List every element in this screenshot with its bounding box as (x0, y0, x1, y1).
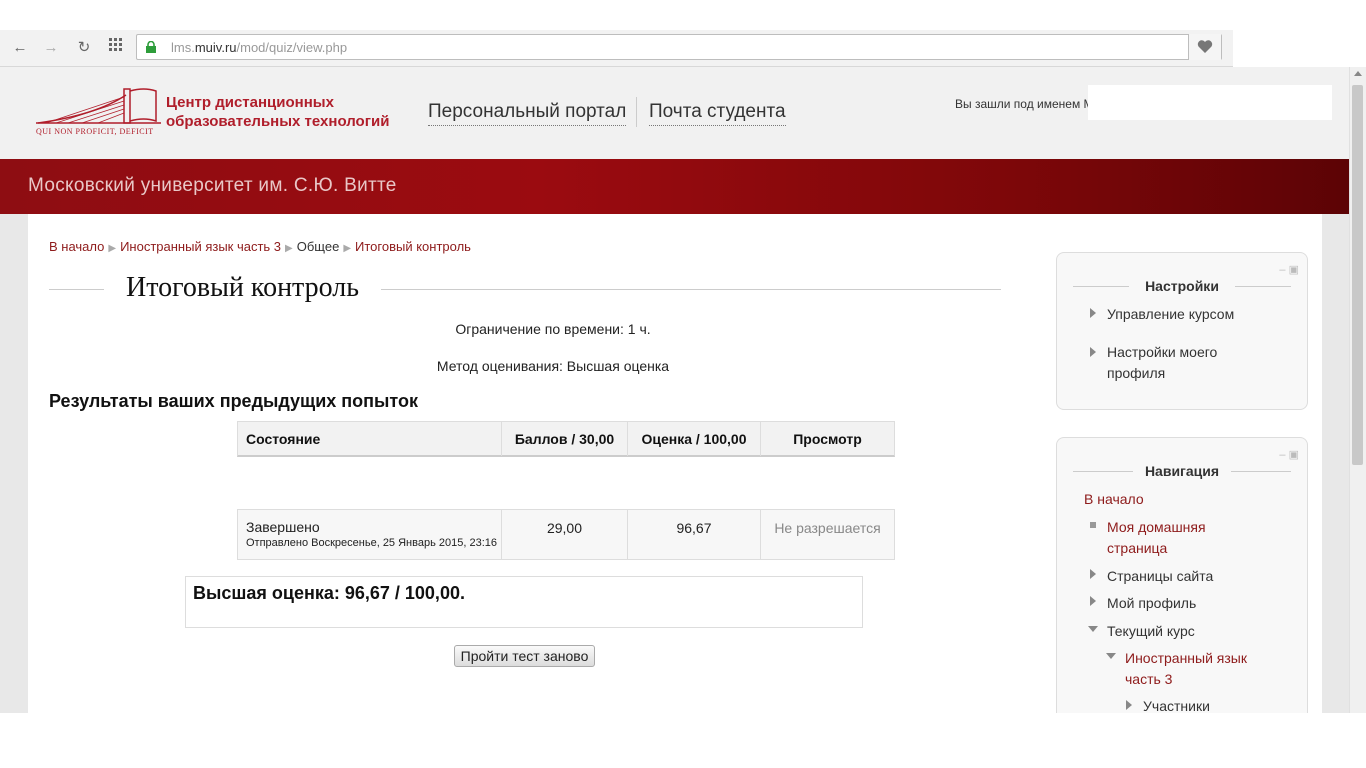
forward-icon[interactable]: → (41, 38, 61, 58)
collapse-arrow-icon[interactable] (1088, 626, 1098, 632)
navigation-block: – ▣ Навигация В начало Моя домашняя стран… (1056, 437, 1308, 713)
breadcrumb-arrow-icon: ▶ (285, 243, 293, 254)
scroll-thumb[interactable] (1352, 85, 1363, 465)
back-icon[interactable]: ← (10, 38, 30, 58)
bookmark-heart-icon[interactable] (1188, 34, 1221, 60)
col-state: Состояние (238, 422, 502, 456)
collapse-arrow-icon[interactable] (1106, 653, 1116, 659)
nav-course-line1: Иностранный язык (1125, 650, 1247, 666)
lock-icon (146, 41, 156, 53)
nav-student-mail[interactable]: Почта студента (649, 101, 786, 126)
best-grade: Высшая оценка: 96,67 / 100,00. (193, 583, 465, 603)
breadcrumb-section: Общее (296, 239, 340, 254)
breadcrumb: В начало ▶ Иностранный язык часть 3 ▶ Общее ▶… (49, 239, 471, 254)
page-viewport: QUI NON PROFICIT, DEFICIT Центр дистанци… (0, 67, 1366, 713)
expand-arrow-icon[interactable] (1126, 700, 1132, 710)
breadcrumb-home[interactable]: В начало (49, 239, 104, 254)
block-controls[interactable]: – ▣ (1279, 448, 1299, 461)
url-text: lms.muiv.ru/mod/quiz/view.php (171, 40, 348, 55)
site-logo[interactable]: QUI NON PROFICIT, DEFICIT Центр дистанци… (36, 85, 406, 145)
nav-my-profile[interactable]: Мой профиль (1107, 593, 1196, 614)
attempt-state: Завершено (246, 519, 320, 535)
time-limit: Ограничение по времени: 1 ч. (455, 321, 651, 337)
logo-text: Центр дистанционных образовательных техн… (166, 93, 389, 131)
nav-course[interactable]: Иностранный язык часть 3 (1125, 648, 1247, 690)
bridge-logo-icon (36, 88, 161, 124)
best-grade-box: Высшая оценка: 96,67 / 100,00. (185, 576, 863, 628)
attempt-submitted: Отправлено Воскресенье, 25 Январь 2015, … (246, 537, 497, 549)
col-marks: Баллов / 30,00 (502, 422, 628, 456)
profile-settings-item[interactable]: Настройки моего профиля (1107, 342, 1217, 384)
expand-arrow-icon[interactable] (1090, 347, 1096, 357)
profile-settings-line1: Настройки моего (1107, 344, 1218, 360)
logo-motto: QUI NON PROFICIT, DEFICIT (36, 127, 154, 136)
top-navigation: Персональный портал Почта студента (428, 97, 786, 127)
expand-arrow-icon[interactable] (1090, 596, 1096, 606)
profile-settings-line2: профиля (1107, 365, 1166, 381)
bullet-icon (1090, 522, 1096, 528)
nav-personal-portal[interactable]: Персональный портал (428, 101, 627, 126)
user-name-redacted (1088, 85, 1332, 120)
main-content: В начало ▶ Иностранный язык часть 3 ▶ Общее ▶… (28, 214, 1322, 713)
attempt-review: Не разрешается (774, 520, 881, 536)
nav-home-link[interactable]: В начало (1084, 491, 1144, 507)
expand-arrow-icon[interactable] (1090, 569, 1096, 579)
browser-toolbar: ← → ↻ lms.muiv.ru/mod/quiz/view.php (0, 30, 1233, 67)
address-bar[interactable]: lms.muiv.ru/mod/quiz/view.php (136, 34, 1222, 60)
attempts-table-header: Состояние Баллов / 30,00 Оценка / 100,00… (237, 421, 895, 457)
login-info: Вы зашли под именем М (955, 97, 1094, 111)
nav-my-home[interactable]: Моя домашняя страница (1107, 517, 1206, 559)
page-title: Итоговый контроль (104, 272, 382, 304)
breadcrumb-course[interactable]: Иностранный язык часть 3 (120, 239, 281, 254)
scroll-up-icon[interactable] (1354, 71, 1362, 76)
attempt-grade: 96,67 (628, 510, 761, 559)
attempt-marks: 29,00 (502, 510, 628, 559)
breadcrumb-current[interactable]: Итоговый контроль (355, 239, 471, 254)
navigation-title: Навигация (1144, 463, 1220, 479)
nav-home[interactable]: В начало (1084, 489, 1144, 510)
block-controls[interactable]: – ▣ (1279, 263, 1299, 276)
breadcrumb-arrow-icon: ▶ (343, 243, 352, 254)
results-heading: Результаты ваших предыдущих попыток (49, 391, 418, 411)
grading-method: Метод оценивания: Высшая оценка (436, 358, 670, 374)
nav-my-home-line1: Моя домашняя (1107, 519, 1206, 535)
nav-course-link[interactable]: Иностранный язык часть 3 (1125, 650, 1247, 687)
settings-block: – ▣ Настройки Управление курсом Настройк… (1056, 252, 1308, 410)
col-grade: Оценка / 100,00 (628, 422, 761, 456)
page-scrollbar[interactable] (1349, 67, 1366, 713)
settings-title: Настройки (1145, 278, 1219, 294)
attempt-state-cell: Завершено Отправлено Воскресенье, 25 Янв… (238, 510, 502, 559)
apps-icon[interactable] (106, 38, 126, 58)
nav-current-course[interactable]: Текущий курс (1107, 621, 1195, 642)
nav-separator (636, 97, 637, 127)
reload-icon[interactable]: ↻ (74, 38, 94, 58)
expand-arrow-icon[interactable] (1090, 308, 1096, 318)
university-banner: Московский университет им. С.Ю. Витте (0, 159, 1350, 214)
retry-quiz-button[interactable]: Пройти тест заново (454, 645, 595, 667)
nav-my-home-line2: страница (1107, 540, 1168, 556)
banner-title: Московский университет им. С.Ю. Витте (28, 175, 397, 196)
col-review: Просмотр (793, 431, 862, 447)
logo-line-2: образовательных технологий (166, 113, 390, 130)
breadcrumb-arrow-icon: ▶ (108, 243, 117, 254)
nav-my-home-link[interactable]: Моя домашняя страница (1107, 519, 1206, 556)
site-header: QUI NON PROFICIT, DEFICIT Центр дистанци… (0, 67, 1350, 159)
nav-course-line2: часть 3 (1125, 671, 1173, 687)
table-row: Завершено Отправлено Воскресенье, 25 Янв… (237, 509, 895, 560)
nav-site-pages[interactable]: Страницы сайта (1107, 566, 1213, 587)
logo-line-1: Центр дистанционных (166, 94, 334, 111)
course-admin-item[interactable]: Управление курсом (1107, 304, 1234, 325)
nav-participants[interactable]: Участники (1143, 696, 1210, 713)
